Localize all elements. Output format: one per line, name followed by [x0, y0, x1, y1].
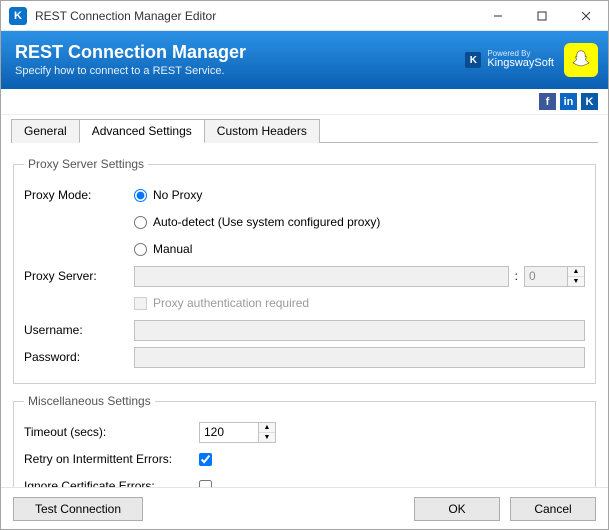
- proxy-auth-label: Proxy authentication required: [153, 296, 309, 310]
- kingswaysoft-logo: K Powered By KingswaySoft: [465, 50, 554, 70]
- radio-no-proxy[interactable]: No Proxy: [134, 188, 202, 202]
- proxy-auth-checkbox: Proxy authentication required: [134, 296, 309, 310]
- logo-name: KingswaySoft: [487, 57, 554, 69]
- timeout-input[interactable]: [199, 422, 259, 443]
- twitter-icon[interactable]: ✦: [518, 93, 535, 110]
- retry-label: Retry on Intermittent Errors:: [24, 452, 199, 466]
- linkedin-icon[interactable]: in: [560, 93, 577, 110]
- radio-auto-detect-input[interactable]: [134, 216, 147, 229]
- radio-no-proxy-input[interactable]: [134, 189, 147, 202]
- username-label: Username:: [24, 323, 134, 337]
- app-icon: K: [9, 7, 27, 25]
- radio-auto-detect-label: Auto-detect (Use system configured proxy…: [153, 215, 380, 229]
- window: K REST Connection Manager Editor REST Co…: [0, 0, 609, 530]
- cancel-button[interactable]: Cancel: [510, 497, 596, 521]
- proxy-mode-label: Proxy Mode:: [24, 188, 134, 202]
- close-icon: [581, 11, 591, 21]
- radio-manual-label: Manual: [153, 242, 192, 256]
- proxy-port-spinner[interactable]: ▲ ▼: [524, 266, 585, 287]
- misc-legend: Miscellaneous Settings: [24, 394, 155, 408]
- proxy-server-input[interactable]: [134, 266, 509, 287]
- test-connection-button[interactable]: Test Connection: [13, 497, 143, 521]
- port-step-down[interactable]: ▼: [568, 277, 584, 286]
- timeout-label: Timeout (secs):: [24, 425, 199, 439]
- password-label: Password:: [24, 350, 134, 364]
- facebook-icon[interactable]: f: [539, 93, 556, 110]
- password-input[interactable]: [134, 347, 585, 368]
- mail-icon[interactable]: ✉: [497, 93, 514, 110]
- timeout-spinner[interactable]: ▲ ▼: [199, 422, 276, 443]
- port-step-up[interactable]: ▲: [568, 267, 584, 277]
- username-input[interactable]: [134, 320, 585, 341]
- titlebar: K REST Connection Manager Editor: [1, 1, 608, 31]
- proxy-server-settings-group: Proxy Server Settings Proxy Mode: No Pro…: [13, 157, 596, 384]
- misc-settings-group: Miscellaneous Settings Timeout (secs): ▲…: [13, 394, 596, 487]
- radio-auto-detect[interactable]: Auto-detect (Use system configured proxy…: [134, 215, 380, 229]
- ignore-cert-label: Ignore Certificate Errors:: [24, 479, 199, 487]
- tab-advanced-settings[interactable]: Advanced Settings: [79, 119, 205, 143]
- proxy-port-input[interactable]: [524, 266, 568, 287]
- close-button[interactable]: [564, 1, 608, 31]
- proxy-legend: Proxy Server Settings: [24, 157, 148, 171]
- main-content: Proxy Server Settings Proxy Mode: No Pro…: [1, 143, 608, 487]
- proxy-server-label: Proxy Server:: [24, 269, 134, 283]
- proxy-auth-checkbox-box: [134, 297, 147, 310]
- kingswaysoft-icon[interactable]: K: [581, 93, 598, 110]
- social-strip: ✉ ✦ f in K: [1, 89, 608, 115]
- header-banner: REST Connection Manager Specify how to c…: [1, 31, 608, 89]
- window-title: REST Connection Manager Editor: [35, 9, 476, 23]
- ignore-cert-checkbox[interactable]: [199, 480, 212, 488]
- timeout-step-up[interactable]: ▲: [259, 423, 275, 433]
- tab-bar: General Advanced Settings Custom Headers: [11, 119, 598, 143]
- ok-button[interactable]: OK: [414, 497, 500, 521]
- retry-checkbox[interactable]: [199, 453, 212, 466]
- snapchat-icon: [564, 43, 598, 77]
- minimize-button[interactable]: [476, 1, 520, 31]
- maximize-icon: [537, 11, 547, 21]
- radio-no-proxy-label: No Proxy: [153, 188, 202, 202]
- radio-manual[interactable]: Manual: [134, 242, 192, 256]
- timeout-step-down[interactable]: ▼: [259, 433, 275, 442]
- banner-title: REST Connection Manager: [15, 43, 465, 63]
- radio-manual-input[interactable]: [134, 243, 147, 256]
- minimize-icon: [493, 11, 503, 21]
- tab-general[interactable]: General: [11, 119, 80, 143]
- tab-custom-headers[interactable]: Custom Headers: [204, 119, 320, 143]
- maximize-button[interactable]: [520, 1, 564, 31]
- colon-separator: :: [515, 269, 518, 283]
- footer: Test Connection OK Cancel: [1, 487, 608, 529]
- banner-subtitle: Specify how to connect to a REST Service…: [15, 65, 465, 77]
